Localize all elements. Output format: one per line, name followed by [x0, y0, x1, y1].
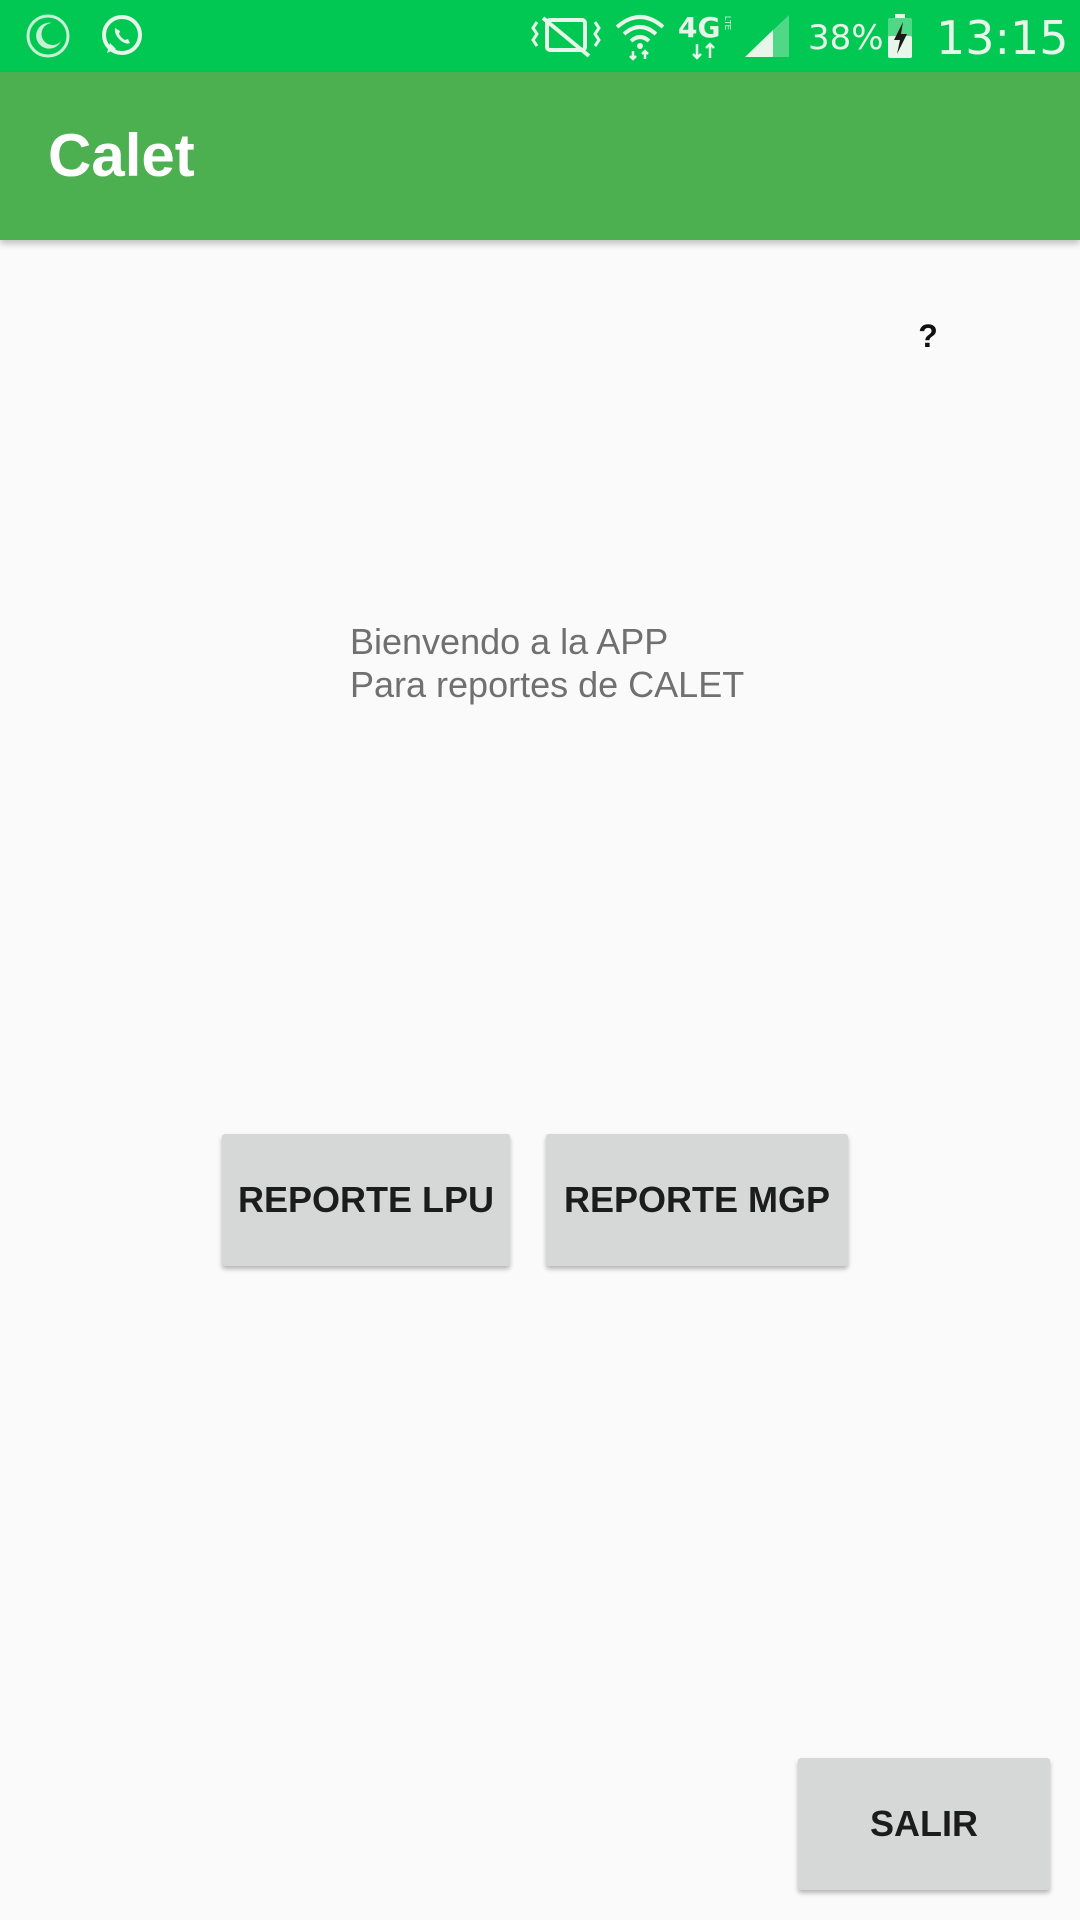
- clock-time: 13:15: [936, 11, 1069, 65]
- help-button[interactable]: ?: [912, 312, 944, 360]
- welcome-line-1: Bienvendo a la APP: [350, 621, 669, 662]
- status-bar: 4G LTE 38% 13:15: [0, 0, 1080, 72]
- app-title: Calet: [48, 122, 195, 189]
- reporte-mgp-button[interactable]: REPORTE MGP: [546, 1134, 848, 1266]
- moon-icon: [24, 12, 72, 60]
- whatsapp-icon: [96, 12, 148, 60]
- signal-icon: [742, 12, 792, 60]
- wifi-icon: [612, 12, 668, 61]
- network-type-label: 4G: [678, 11, 721, 44]
- salir-button[interactable]: SALIR: [798, 1758, 1050, 1890]
- battery-percent: 38%: [808, 18, 884, 58]
- vibrate-icon: [530, 12, 602, 60]
- app-bar: Calet: [0, 72, 1080, 240]
- reporte-lpu-button[interactable]: REPORTE LPU: [222, 1134, 510, 1266]
- welcome-message: Bienvendo a la APP Para reportes de CALE…: [350, 620, 870, 706]
- network-sub-label: LTE: [723, 16, 732, 31]
- 4g-lte-icon: 4G LTE: [676, 12, 736, 60]
- battery-charging-icon: [884, 12, 916, 60]
- welcome-line-2: Para reportes de CALET: [350, 664, 745, 705]
